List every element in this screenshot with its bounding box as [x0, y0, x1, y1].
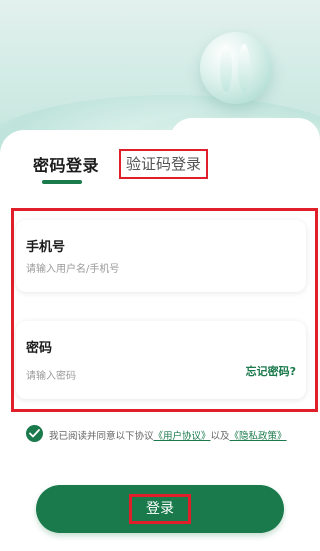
agreement-prefix: 我已阅读并同意以下协议 — [49, 431, 154, 442]
phone-label: 手机号 — [26, 240, 66, 255]
active-tab-indicator — [42, 180, 82, 184]
glass-orb-icon — [200, 32, 272, 104]
phone-input[interactable] — [26, 260, 216, 278]
tab-sms-login[interactable]: 验证码登录 — [119, 149, 208, 179]
agreement-text: 我已阅读并同意以下协议《用户协议》以及《隐私政策》 — [49, 428, 287, 442]
password-field[interactable]: 密码 忘记密码? — [16, 321, 306, 399]
forgot-password-link[interactable]: 忘记密码? — [246, 363, 296, 379]
user-agreement-link[interactable]: 《用户协议》 — [154, 431, 211, 442]
agreement-conjunction: 以及 — [210, 431, 230, 442]
password-label: 密码 — [26, 341, 53, 356]
tab-password-login[interactable]: 密码登录 — [33, 152, 99, 176]
password-input[interactable] — [26, 367, 216, 385]
phone-field[interactable]: 手机号 — [16, 220, 306, 292]
check-icon — [29, 429, 40, 438]
login-button[interactable]: 登录 — [36, 485, 284, 533]
login-button-label: 登录 — [129, 494, 191, 524]
agreement-checkbox[interactable] — [26, 425, 43, 442]
privacy-policy-link[interactable]: 《隐私政策》 — [230, 431, 287, 442]
agreement-row: 我已阅读并同意以下协议《用户协议》以及《隐私政策》 — [26, 425, 318, 443]
